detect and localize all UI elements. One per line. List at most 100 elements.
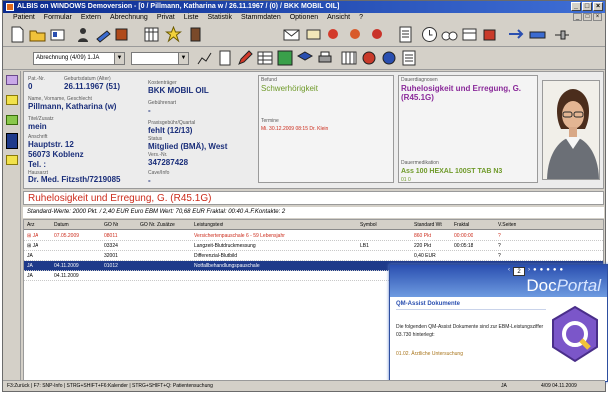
minimize-button[interactable]: _ — [571, 2, 581, 11]
columns-icon[interactable] — [341, 50, 357, 66]
flower-red-icon[interactable] — [325, 26, 342, 43]
menu-ansicht[interactable]: Ansicht — [327, 13, 350, 23]
menu-help[interactable]: ? — [359, 13, 363, 23]
title-bar[interactable]: ALBIS on WINDOWS Demoversion - [0 / Pill… — [3, 1, 605, 13]
new-document-icon[interactable] — [9, 26, 26, 43]
chevron-down-icon[interactable]: ▼ — [178, 53, 188, 64]
book-icon[interactable] — [95, 26, 112, 43]
befund-box[interactable]: Befund Schwerhörigkeit Termine Mi. 30.12… — [258, 75, 394, 183]
mail-icon[interactable] — [283, 26, 300, 43]
pager-next-icon[interactable]: › — [528, 267, 530, 276]
table-icon[interactable] — [257, 50, 273, 66]
hausarzt: Dr. Med. Fitzsth/7219085 — [28, 175, 121, 184]
pager-dot-icon[interactable]: ● — [540, 267, 544, 276]
cell-arzt: JA — [27, 263, 33, 269]
compass-icon[interactable] — [361, 50, 377, 66]
sidebar-note-icon[interactable] — [6, 95, 18, 105]
mdi-restore-button[interactable]: □ — [583, 13, 592, 21]
maximize-button[interactable]: □ — [582, 2, 592, 11]
layers-icon[interactable] — [297, 50, 313, 66]
col-leistung[interactable]: Leistungstext — [194, 220, 223, 230]
pager-dot-icon[interactable]: ● — [560, 267, 564, 276]
flower-red-3-icon[interactable] — [369, 26, 386, 43]
info-bar: Standard-Werte: 2000 Pkt. / 2,40 EUR Eur… — [23, 207, 604, 218]
abrechnung-select[interactable]: Abrechnung (4/09) 1.JA ▼ — [33, 52, 125, 65]
menu-patient[interactable]: Patient — [13, 13, 35, 23]
col-wert[interactable]: Standard Wt — [414, 220, 442, 230]
cell-text: Langzeit-Blutdruckmessung — [194, 243, 256, 249]
calendar-grid-icon[interactable] — [143, 26, 160, 43]
pager-dot-icon[interactable]: ● — [546, 267, 550, 276]
menu-privat[interactable]: Privat — [157, 13, 175, 23]
green-grid-icon[interactable] — [277, 50, 293, 66]
mdi-close-button[interactable]: × — [593, 13, 602, 21]
menu-stammdaten[interactable]: Stammdaten — [241, 13, 281, 23]
card-reader-icon[interactable] — [529, 26, 546, 43]
menu-optionen[interactable]: Optionen — [290, 13, 318, 23]
plug-icon[interactable] — [553, 26, 570, 43]
col-vseiten[interactable]: V.Seiten — [498, 220, 516, 230]
table-row[interactable]: JA 32001 Differenzial-Blutbild 0,40 EUR? — [24, 251, 603, 261]
brand-suffix: Portal — [556, 276, 601, 295]
transfer-icon[interactable] — [507, 26, 524, 43]
col-gonr[interactable]: GO Nr — [104, 220, 118, 230]
chevron-down-icon[interactable]: ▼ — [114, 53, 124, 64]
diagnosis-bar[interactable]: Ruhelosigkeit und Erregung, G. (R45.1G) — [23, 191, 604, 205]
docportal-link[interactable]: 01.02. Ärztliche Untersuchung — [396, 351, 463, 357]
docportal-logo: DocPortal — [526, 276, 601, 296]
menu-extern[interactable]: Extern — [81, 13, 101, 23]
docportal-popup[interactable]: ‹ 2 › ● ● ● ● ● DocPortal QM-Assist Doku… — [389, 264, 608, 382]
vers-nr: 347287428 — [148, 158, 189, 167]
mdi-minimize-button[interactable]: _ — [573, 13, 582, 21]
dauerdiagnosen-box[interactable]: Dauerdiagnosen Ruhelosigkeit und Erregun… — [398, 75, 538, 183]
sidebar-calendar-icon[interactable] — [6, 133, 18, 149]
left-sidebar — [3, 71, 21, 381]
pager-dot-icon[interactable]: ● — [533, 267, 537, 276]
patient-card-icon[interactable] — [49, 26, 66, 43]
help-icon[interactable] — [381, 50, 397, 66]
abrechnung-select-value: Abrechnung (4/09) 1.JA — [36, 55, 100, 61]
exit-door-icon[interactable] — [187, 26, 204, 43]
page-number-field[interactable]: 2 — [513, 267, 525, 276]
form-icon[interactable] — [217, 50, 233, 66]
list-icon[interactable] — [401, 50, 417, 66]
col-datum[interactable]: Datum — [54, 220, 69, 230]
close-button[interactable]: × — [593, 2, 603, 11]
person-icon[interactable] — [75, 26, 92, 43]
col-arzt[interactable]: Arz — [27, 220, 35, 230]
menu-formular[interactable]: Formular — [44, 13, 72, 23]
agenda-icon[interactable] — [461, 26, 478, 43]
clock-icon[interactable] — [421, 26, 438, 43]
open-folder-icon[interactable] — [29, 26, 46, 43]
cell-wert: 860 Pkt — [414, 233, 431, 239]
envelope-icon[interactable] — [305, 26, 322, 43]
col-fraktal[interactable]: Fraktal — [454, 220, 469, 230]
tools-icon[interactable] — [113, 26, 130, 43]
cell-fraktal: 00:05:18 — [454, 243, 474, 249]
print-icon[interactable] — [317, 50, 333, 66]
menu-liste[interactable]: Liste — [184, 13, 199, 23]
pen-icon[interactable] — [237, 50, 253, 66]
sidebar-memo-icon[interactable] — [6, 155, 18, 165]
termin[interactable]: Mi. 30.12.2009 08:15 Dr. Klein — [261, 126, 328, 132]
col-symbol[interactable]: Symbol — [360, 220, 377, 230]
second-select[interactable]: ▼ — [131, 52, 189, 65]
pager-prev-icon[interactable]: ‹ — [508, 267, 510, 276]
table-row[interactable]: ⊞ JA 03324 Langzeit-Blutdruckmessung LB1 220… — [24, 241, 603, 251]
sidebar-folder-icon[interactable] — [6, 75, 18, 85]
star-icon[interactable] — [165, 26, 182, 43]
table-row[interactable]: ⊞ JA 07.05.2009 08011 Versichertenpauschale… — [24, 231, 603, 241]
docportal-divider — [396, 309, 546, 310]
dauermedikation-label: Dauermedikation — [401, 160, 439, 166]
patient-name[interactable]: Pillmann, Katharina (w) — [28, 102, 116, 111]
menu-abrechnung[interactable]: Abrechnung — [110, 13, 148, 23]
menu-statistik[interactable]: Statistik — [208, 13, 233, 23]
sidebar-list-icon[interactable] — [6, 115, 18, 125]
pager-dot-icon[interactable]: ● — [553, 267, 557, 276]
medicine-icon[interactable] — [481, 26, 498, 43]
flower-red-2-icon[interactable] — [347, 26, 364, 43]
document-icon[interactable] — [397, 26, 414, 43]
binoculars-icon[interactable] — [441, 26, 458, 43]
chart-line-icon[interactable] — [197, 50, 213, 66]
col-zusatz[interactable]: GO Nr. Zusätze — [140, 220, 175, 230]
